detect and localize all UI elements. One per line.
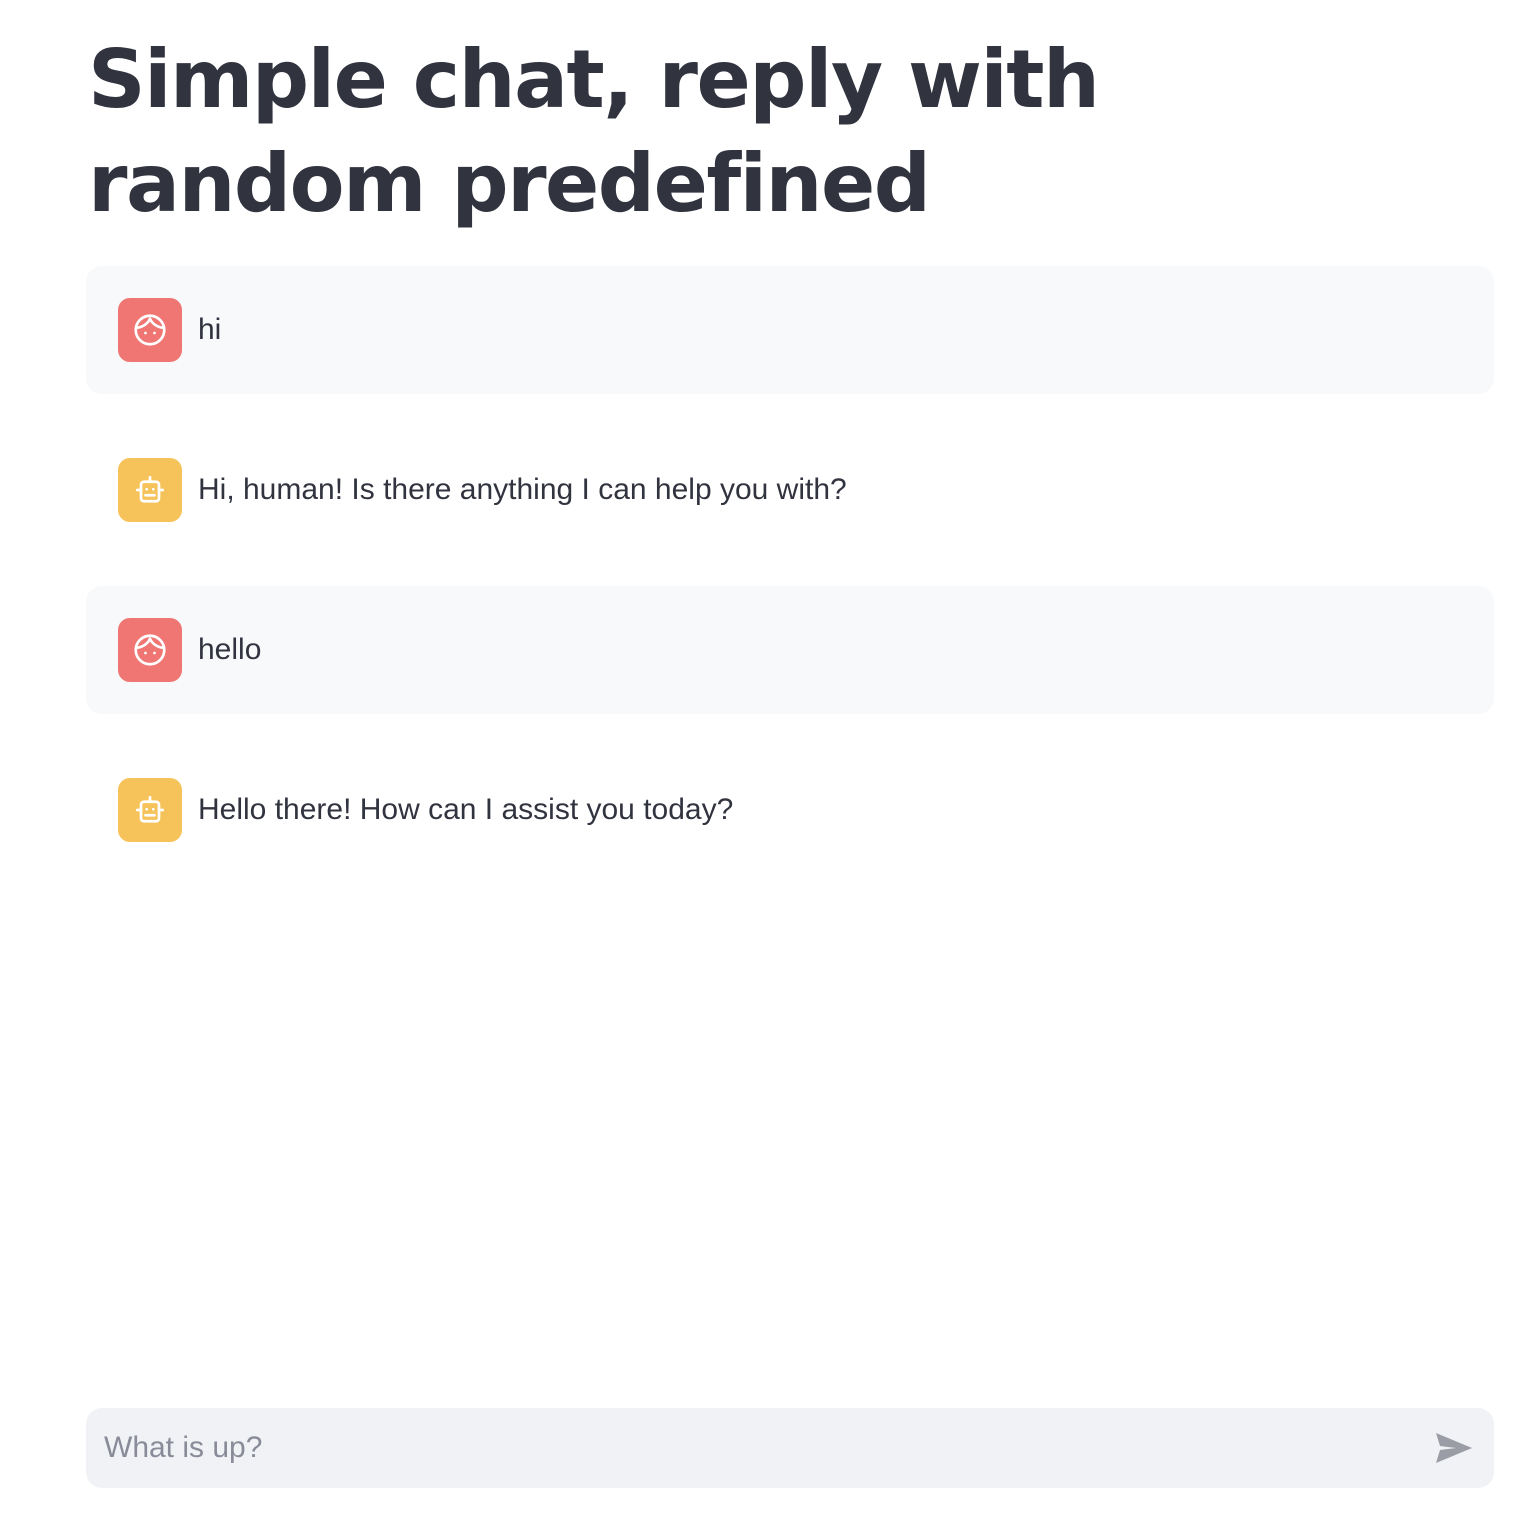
message-text: Hello there! How can I assist you today? <box>198 793 734 826</box>
robot-icon <box>135 795 165 823</box>
user-avatar <box>118 618 182 682</box>
message-text: hi <box>198 313 222 346</box>
chat-message-list: hi Hi, human! Is there anything I can he… <box>86 266 1494 906</box>
chat-input-bar <box>86 1408 1494 1488</box>
message-text: Hi, human! Is there anything I can help … <box>198 473 847 506</box>
chat-message-assistant: Hello there! How can I assist you today? <box>86 746 1494 874</box>
message-text: hello <box>198 633 262 666</box>
assistant-avatar <box>118 458 182 522</box>
assistant-avatar <box>118 778 182 842</box>
user-face-icon <box>134 634 166 666</box>
user-face-icon <box>134 314 166 346</box>
send-icon <box>1436 1433 1472 1463</box>
robot-icon <box>135 475 165 503</box>
chat-input[interactable] <box>86 1408 1406 1488</box>
chat-message-assistant: Hi, human! Is there anything I can help … <box>86 426 1494 554</box>
chat-message-user: hello <box>86 586 1494 714</box>
user-avatar <box>118 298 182 362</box>
send-button[interactable] <box>1432 1426 1476 1470</box>
chat-message-user: hi <box>86 266 1494 394</box>
